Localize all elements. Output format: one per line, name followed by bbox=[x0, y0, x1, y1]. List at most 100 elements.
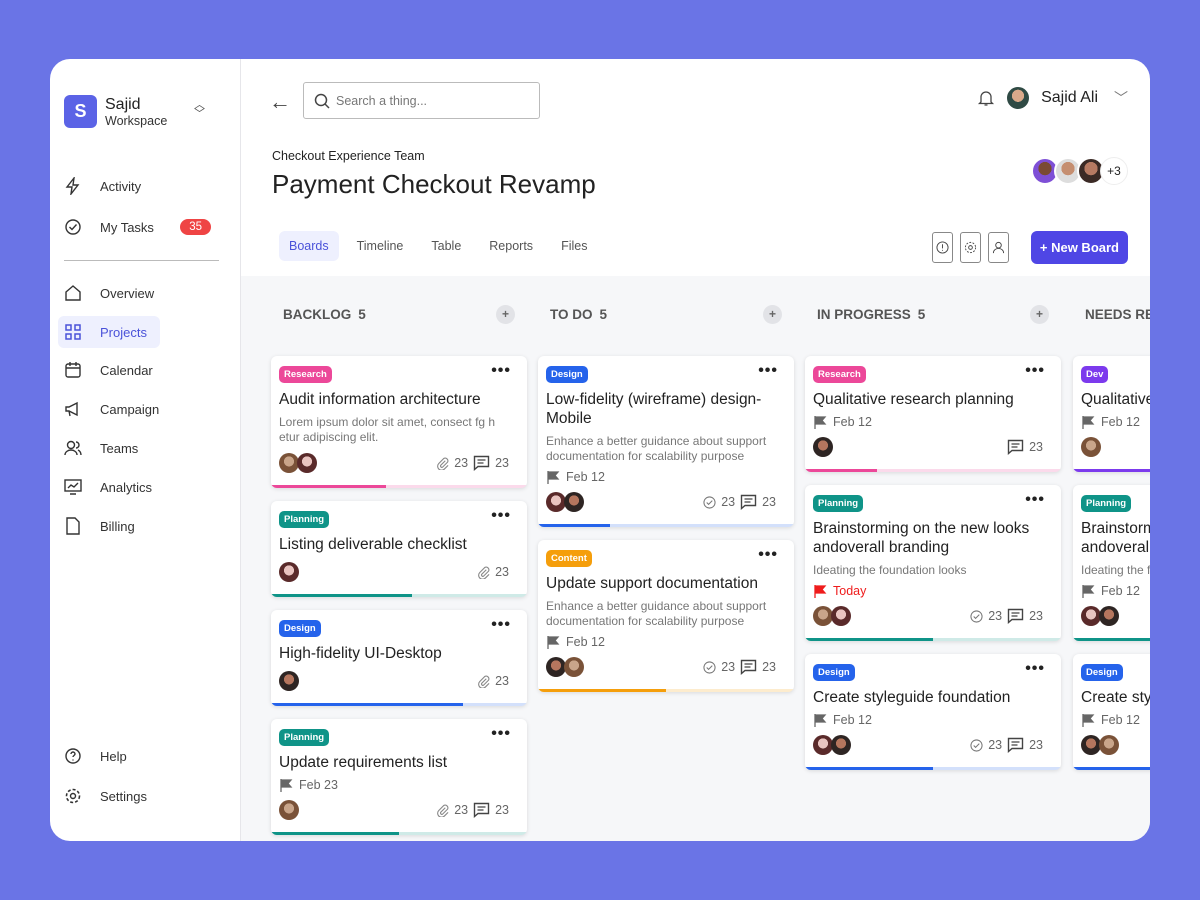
workspace-switcher[interactable]: S Sajid Workspace bbox=[64, 95, 167, 128]
tab-timeline[interactable]: Timeline bbox=[347, 231, 414, 261]
column-to-do: TO DO 5 + Design ••• Low-fidelity (wirefra… bbox=[538, 276, 794, 705]
flag-icon bbox=[814, 585, 827, 598]
progress-fill bbox=[271, 832, 399, 835]
progress-bar bbox=[271, 594, 527, 597]
add-card-button[interactable]: + bbox=[496, 304, 515, 324]
search-input[interactable]: Search a thing... bbox=[303, 82, 540, 119]
flag-icon bbox=[1082, 416, 1095, 429]
sidebar-item-label: Analytics bbox=[100, 479, 153, 495]
assignee-avatar bbox=[297, 453, 317, 473]
sidebar-item-calendar[interactable]: Calendar bbox=[58, 354, 233, 386]
tab-reports[interactable]: Reports bbox=[479, 231, 543, 261]
due-date-text: Feb 12 bbox=[566, 470, 605, 484]
task-card[interactable]: Research ••• Audit information architect… bbox=[271, 356, 527, 488]
due-date: Feb 12 bbox=[1081, 584, 1150, 598]
help-icon bbox=[65, 748, 81, 764]
more-members[interactable]: +3 bbox=[1100, 157, 1128, 185]
check-circle-icon bbox=[703, 660, 716, 674]
more-options-icon[interactable]: ••• bbox=[491, 507, 511, 525]
assignee-avatar bbox=[813, 606, 833, 626]
task-card[interactable]: Planning ••• Brainstorming on the new lo… bbox=[1073, 485, 1150, 641]
assignee-avatar bbox=[831, 606, 851, 626]
sidebar-item-settings[interactable]: Settings bbox=[58, 780, 233, 812]
flag-icon bbox=[1082, 585, 1095, 598]
chevron-up-down-icon[interactable]: ︿ ﹀ bbox=[194, 100, 205, 120]
sidebar-item-my-tasks[interactable]: My Tasks 35 bbox=[58, 211, 233, 243]
more-options-icon[interactable]: ••• bbox=[1025, 491, 1045, 509]
sidebar-item-overview[interactable]: Overview bbox=[58, 277, 233, 309]
activity-icon bbox=[65, 177, 80, 195]
task-card[interactable]: Research ••• Qualitative research planni… bbox=[805, 356, 1061, 472]
sidebar-item-label: Campaign bbox=[100, 401, 160, 417]
progress-fill bbox=[271, 594, 412, 597]
more-options-icon[interactable]: ••• bbox=[758, 546, 778, 564]
due-date-text: Feb 12 bbox=[833, 415, 872, 429]
member-avatars[interactable]: +3 bbox=[1031, 157, 1128, 185]
new-board-button[interactable]: + New Board bbox=[1030, 231, 1128, 264]
progress-fill bbox=[271, 485, 387, 488]
task-card[interactable]: Design ••• Low-fidelity (wireframe) desi… bbox=[538, 356, 794, 527]
bell-icon[interactable] bbox=[977, 89, 995, 107]
progress-bar bbox=[1073, 638, 1150, 641]
sidebar-item-campaign[interactable]: Campaign bbox=[58, 393, 233, 425]
flag-icon bbox=[547, 636, 560, 649]
tab-boards[interactable]: Boards bbox=[279, 231, 339, 261]
sidebar-item-teams[interactable]: Teams bbox=[58, 432, 233, 464]
divider bbox=[64, 260, 219, 261]
card-title: Update requirements list bbox=[279, 754, 447, 771]
card-footer: 23 bbox=[279, 669, 519, 693]
task-card[interactable]: Planning ••• Brainstorming on the new lo… bbox=[805, 485, 1061, 641]
main: ← Search a thing... Sajid Ali ﹀ Checkout… bbox=[241, 59, 1150, 841]
more-options-icon[interactable]: ••• bbox=[491, 725, 511, 743]
tab-files[interactable]: Files bbox=[551, 231, 597, 261]
progress-fill bbox=[805, 767, 933, 770]
more-options-icon[interactable]: ••• bbox=[491, 616, 511, 634]
comment-icon bbox=[1007, 608, 1024, 624]
card-title: Low-fidelity (wireframe) design-Mobile bbox=[546, 391, 762, 427]
task-card[interactable]: Design ••• Create styleguide foundation … bbox=[805, 654, 1061, 770]
tag-badge: Planning bbox=[1081, 495, 1132, 512]
checklist-count: 23 bbox=[721, 495, 736, 509]
assignee-avatar bbox=[1081, 606, 1101, 626]
attachment-count: 23 bbox=[454, 803, 469, 817]
card-footer: 23 bbox=[279, 560, 519, 584]
info-icon bbox=[936, 241, 949, 254]
assignee-avatar bbox=[279, 562, 299, 582]
info-button[interactable] bbox=[931, 232, 953, 263]
more-options-icon[interactable]: ••• bbox=[1025, 362, 1045, 380]
tab-table[interactable]: Table bbox=[421, 231, 471, 261]
column-header: TO DO 5 + bbox=[538, 276, 794, 354]
flag-icon bbox=[814, 416, 827, 429]
column-title: BACKLOG bbox=[283, 306, 352, 322]
user-icon bbox=[992, 241, 1004, 254]
more-options-icon[interactable]: ••• bbox=[491, 362, 511, 380]
more-options-icon[interactable]: ••• bbox=[1025, 660, 1045, 678]
sidebar-item-analytics[interactable]: Analytics bbox=[58, 471, 233, 503]
add-card-button[interactable]: + bbox=[763, 304, 782, 324]
settings-button[interactable] bbox=[959, 232, 981, 263]
assignee-avatar bbox=[1099, 606, 1119, 626]
task-card[interactable]: Content ••• Update support documentation… bbox=[538, 540, 794, 692]
sidebar-item-billing[interactable]: Billing bbox=[58, 510, 233, 542]
more-options-icon[interactable]: ••• bbox=[758, 362, 778, 380]
user-menu[interactable]: Sajid Ali ﹀ bbox=[977, 85, 1128, 111]
sidebar-item-activity[interactable]: Activity bbox=[58, 170, 233, 202]
task-card[interactable]: Planning ••• Update requirements list Fe… bbox=[271, 719, 527, 835]
due-date-text: Feb 12 bbox=[566, 635, 605, 649]
checklist-count: 23 bbox=[721, 660, 736, 674]
add-card-button[interactable]: + bbox=[1030, 304, 1049, 324]
chevron-down-icon[interactable]: ﹀ bbox=[1114, 88, 1128, 108]
sidebar-item-help[interactable]: Help bbox=[58, 740, 233, 772]
task-card[interactable]: Design ••• Create styleguide foundation … bbox=[1073, 654, 1150, 770]
back-arrow-icon[interactable]: ← bbox=[269, 89, 291, 115]
add-member-button[interactable] bbox=[987, 232, 1009, 263]
task-card[interactable]: Planning ••• Listing deliverable checkli… bbox=[271, 501, 527, 597]
progress-fill bbox=[538, 524, 610, 527]
task-card[interactable]: Design ••• High-fidelity UI-Desktop 23 bbox=[271, 610, 527, 706]
tag-badge: Content bbox=[546, 550, 592, 567]
card-title: Audit information architecture bbox=[279, 391, 481, 408]
task-card[interactable]: Dev ••• Qualitative research planning Fe… bbox=[1073, 356, 1150, 472]
tag-badge: Planning bbox=[813, 495, 864, 512]
assignee-avatar bbox=[831, 735, 851, 755]
sidebar-item-projects[interactable]: Projects bbox=[58, 316, 160, 348]
